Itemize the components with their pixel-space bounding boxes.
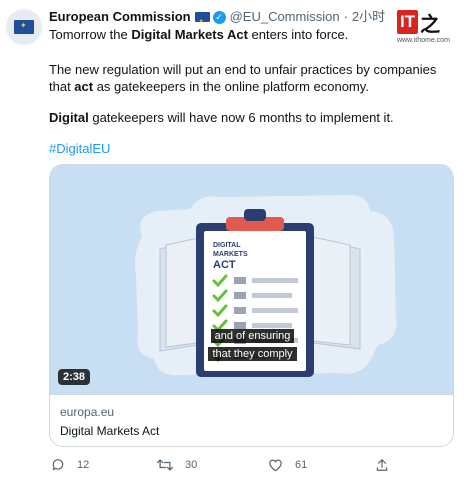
checklist-line [252,278,298,283]
doc-title-line-3: ACT [213,259,236,271]
share-button[interactable] [375,458,401,472]
card-info[interactable]: europa.eu Digital Markets Act [50,394,453,446]
separator-dot: · [343,9,348,24]
caption-line-2: that they comply [208,347,297,361]
retweet-icon [157,459,173,471]
logo-zhi: 之 [420,11,441,36]
card-title: Digital Markets Act [60,424,160,438]
text-segment: gatekeepers will have now 6 months to im… [88,110,394,125]
doc-title-line-2: MARKETS [213,251,248,258]
video-player[interactable]: DIGITAL MARKETS ACT and of ensuring that… [50,165,453,394]
tweet-actions: 12 30 61 [49,458,454,474]
reply-count: 12 [77,459,90,471]
doc-title-line-1: DIGITAL [213,242,241,249]
checklist-box [234,307,246,314]
tweet-paragraph-2: The new regulation will put an end to un… [49,61,461,95]
text-segment: enters into force. [247,27,349,42]
hashtag-link[interactable]: #DigitalEU [49,141,110,156]
eu-flag-icon [194,12,210,31]
bold-text: act [74,79,94,94]
clipboard-clip-top [244,209,266,221]
share-icon [376,459,388,471]
author-name[interactable]: European Commission [49,8,191,26]
checklist-line [252,293,292,298]
heart-icon [269,459,282,472]
tweet-paragraph-3: Digital gatekeepers will have now 6 mont… [49,109,461,126]
checklist-box [234,292,246,299]
retweet-button[interactable]: 30 [157,458,197,472]
bold-text: Digital Markets Act [131,27,248,42]
link-card[interactable]: DIGITAL MARKETS ACT and of ensuring that… [49,164,454,447]
like-button[interactable]: 61 [268,458,307,472]
checklist-box [234,277,246,284]
checklist-line [252,308,298,313]
logo-it: IT [397,10,419,34]
retweet-count: 30 [185,459,198,471]
text-segment: Tomorrow the [49,27,132,42]
tweet-paragraph-1: Tomorrow the Digital Markets Act enters … [49,26,389,43]
caption-line-1: and of ensuring [210,329,295,343]
avatar[interactable] [6,9,42,45]
card-domain: europa.eu [60,405,115,419]
text-segment: as gatekeepers in the online platform ec… [93,79,369,94]
like-count: 61 [295,459,308,471]
video-duration-badge: 2:38 [58,369,91,385]
ithome-logo: IT 之 [397,8,457,36]
verified-badge-icon: ✓ [212,10,226,24]
eu-flag-icon [14,20,34,34]
watermark-url: www.ithome.com [397,37,450,44]
ithome-watermark: IT 之 www.ithome.com [397,8,457,50]
bold-text: Digital [49,110,89,125]
reply-icon [52,459,64,471]
video-captions: and of ensuring that they comply [50,326,453,362]
author-handle[interactable]: @EU_Commission [230,8,340,26]
reply-button[interactable]: 12 [51,458,89,472]
timestamp[interactable]: 2小时 [352,8,385,26]
